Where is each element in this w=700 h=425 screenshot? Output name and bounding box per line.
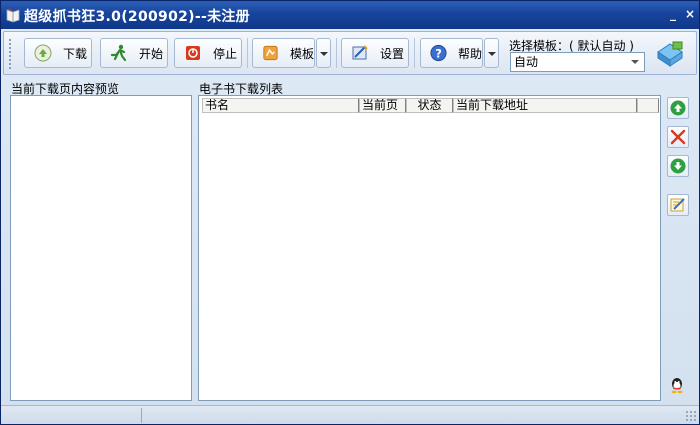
app-window: 超级抓书狂3.0(200902)--未注册 _ × 下载 开始 停止 模板 设置… xyxy=(0,0,700,425)
status-separator xyxy=(141,408,142,423)
title-bar[interactable]: 超级抓书狂3.0(200902)--未注册 _ × xyxy=(1,1,699,29)
template-dropdown-button[interactable] xyxy=(316,38,331,68)
edit-button[interactable] xyxy=(667,194,689,216)
help-button[interactable]: ? 帮助 xyxy=(420,38,483,68)
help-label: 帮助 xyxy=(457,46,482,61)
template-select[interactable]: 自动 xyxy=(510,52,645,72)
close-button[interactable]: × xyxy=(682,6,698,22)
column-header-current-page[interactable]: 当前页 xyxy=(359,98,406,113)
template-label: 模板 xyxy=(289,46,314,61)
move-up-button[interactable] xyxy=(667,97,689,119)
toolbar-separator xyxy=(336,38,337,68)
arrow-up-icon xyxy=(670,100,686,116)
stop-button[interactable]: 停止 xyxy=(174,38,242,68)
book-icon xyxy=(6,8,20,23)
download-list[interactable]: 书名 当前页 状态 当前下载地址 xyxy=(198,95,661,401)
stop-label: 停止 xyxy=(213,46,238,61)
download-button[interactable]: 下载 xyxy=(24,38,92,68)
toolbar-separator xyxy=(414,38,415,68)
toolbar-separator xyxy=(247,38,248,68)
delete-button[interactable] xyxy=(667,126,689,148)
start-button[interactable]: 开始 xyxy=(100,38,168,68)
move-down-button[interactable] xyxy=(667,155,689,177)
column-header-status[interactable]: 状态 xyxy=(406,98,453,113)
column-header-book-name[interactable]: 书名 xyxy=(202,98,359,113)
delete-icon xyxy=(670,129,686,145)
resize-grip[interactable] xyxy=(685,410,696,421)
download-label: 下载 xyxy=(63,46,88,61)
list-header: 书名 当前页 状态 当前下载地址 xyxy=(202,98,659,113)
minimize-button[interactable]: _ xyxy=(665,6,681,22)
download-icon xyxy=(34,44,52,62)
template-icon xyxy=(263,45,278,61)
qq-icon[interactable] xyxy=(668,376,686,394)
status-bar xyxy=(1,405,699,424)
help-dropdown-button[interactable] xyxy=(484,38,499,68)
template-button[interactable]: 模板 xyxy=(252,38,315,68)
toolbar-grip[interactable] xyxy=(8,38,12,70)
help-icon: ? xyxy=(430,44,447,62)
toolbar: 下载 开始 停止 模板 设置 ? 帮助 选择模板：(默认自动) 自动 xyxy=(3,31,697,75)
chevron-down-icon xyxy=(631,60,639,64)
arrow-down-icon xyxy=(670,158,686,174)
settings-button[interactable]: 设置 xyxy=(341,38,409,68)
window-title: 超级抓书狂3.0(200902)--未注册 xyxy=(24,9,250,25)
gem-logo-icon xyxy=(657,41,683,67)
column-header-extra[interactable] xyxy=(637,98,659,113)
settings-icon xyxy=(352,45,368,60)
template-select-value: 自动 xyxy=(514,55,539,69)
svg-text:?: ? xyxy=(435,46,442,60)
start-label: 开始 xyxy=(139,46,164,61)
run-icon xyxy=(110,44,127,62)
edit-icon xyxy=(670,198,685,212)
preview-panel[interactable] xyxy=(10,95,192,401)
settings-label: 设置 xyxy=(380,46,405,61)
stop-icon xyxy=(186,46,200,60)
column-header-current-url[interactable]: 当前下载地址 xyxy=(453,98,637,113)
